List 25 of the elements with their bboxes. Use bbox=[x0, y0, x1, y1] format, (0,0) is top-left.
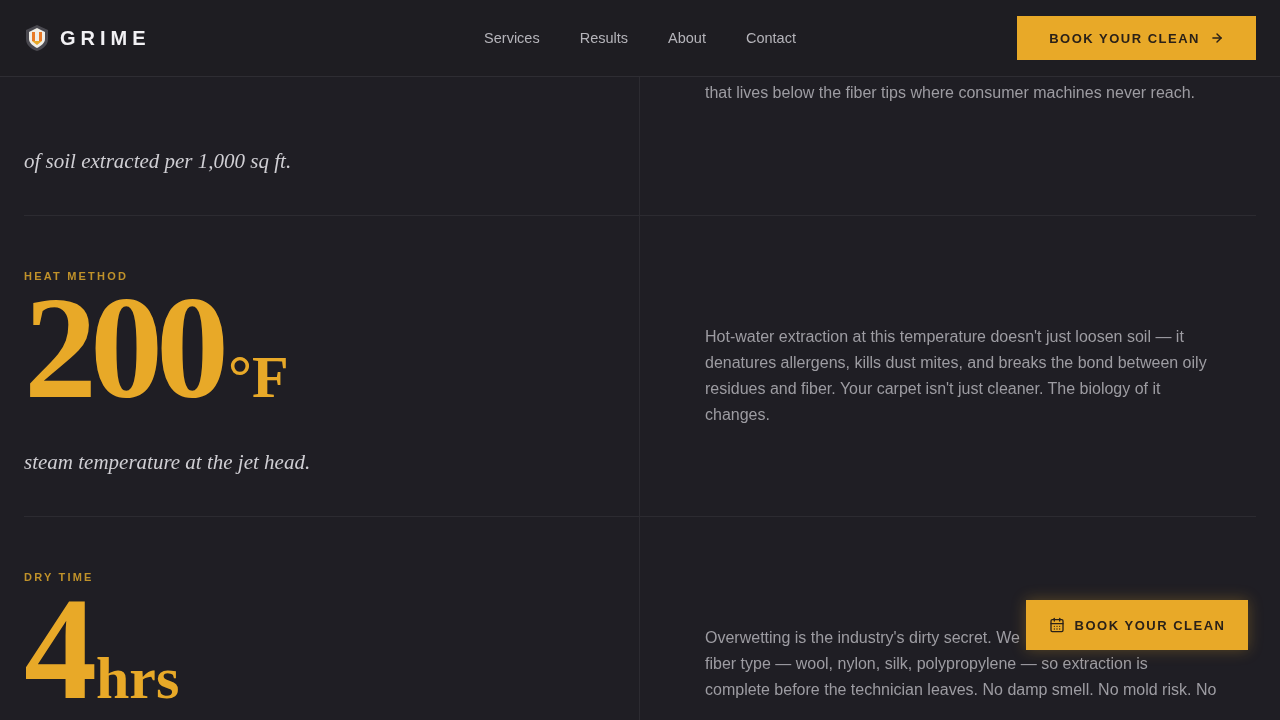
description-line: complete before the technician leaves. No damp smell. No mold risk. No bbox=[705, 680, 1217, 700]
shield-logo-icon bbox=[24, 24, 50, 52]
description-line: Overwetting is the industry's dirty secret. We bbox=[705, 628, 1020, 648]
nav-link[interactable]: About bbox=[668, 30, 706, 46]
stat-label: HEAT METHOD bbox=[24, 270, 129, 282]
stat-caption: steam temperature at the jet head. bbox=[24, 450, 312, 475]
book-button[interactable]: BOOK YOUR CLEAN bbox=[1017, 16, 1256, 60]
stat-caption: of soil extracted per 1,000 sq ft. bbox=[24, 149, 293, 174]
description-line: residues and fiber. Your carpet isn't just cleaner. The biology of it bbox=[705, 379, 1161, 399]
nav-link[interactable]: Services bbox=[484, 30, 540, 46]
description-line: denatures allergens, kills dust mites, and breaks the bond between oily bbox=[705, 353, 1207, 373]
nav-link[interactable]: Results bbox=[579, 30, 629, 46]
brand-logo[interactable]: GRIME bbox=[60, 26, 151, 50]
nav-link[interactable]: Contact bbox=[745, 30, 796, 46]
description-line: Hot-water extraction at this temperature doesn't just loosen soil — it bbox=[705, 327, 1184, 347]
description-line: fiber type — wool, nylon, silk, polypropylene — so extraction is bbox=[705, 654, 1148, 674]
stat-unit: °F bbox=[228, 357, 289, 397]
stat-unit: hrs bbox=[96, 658, 180, 698]
stat-label: DRY TIME bbox=[24, 571, 94, 583]
calendar-icon bbox=[1048, 617, 1065, 633]
stat-value: 4 bbox=[24, 599, 90, 699]
stat-value: 200 bbox=[24, 298, 222, 398]
floating-book-button[interactable]: BOOK YOUR CLEAN bbox=[1026, 600, 1248, 650]
description-line: that lives below the fiber tips where consumer machines never reach. bbox=[705, 83, 1195, 103]
description-line: changes. bbox=[705, 405, 770, 425]
